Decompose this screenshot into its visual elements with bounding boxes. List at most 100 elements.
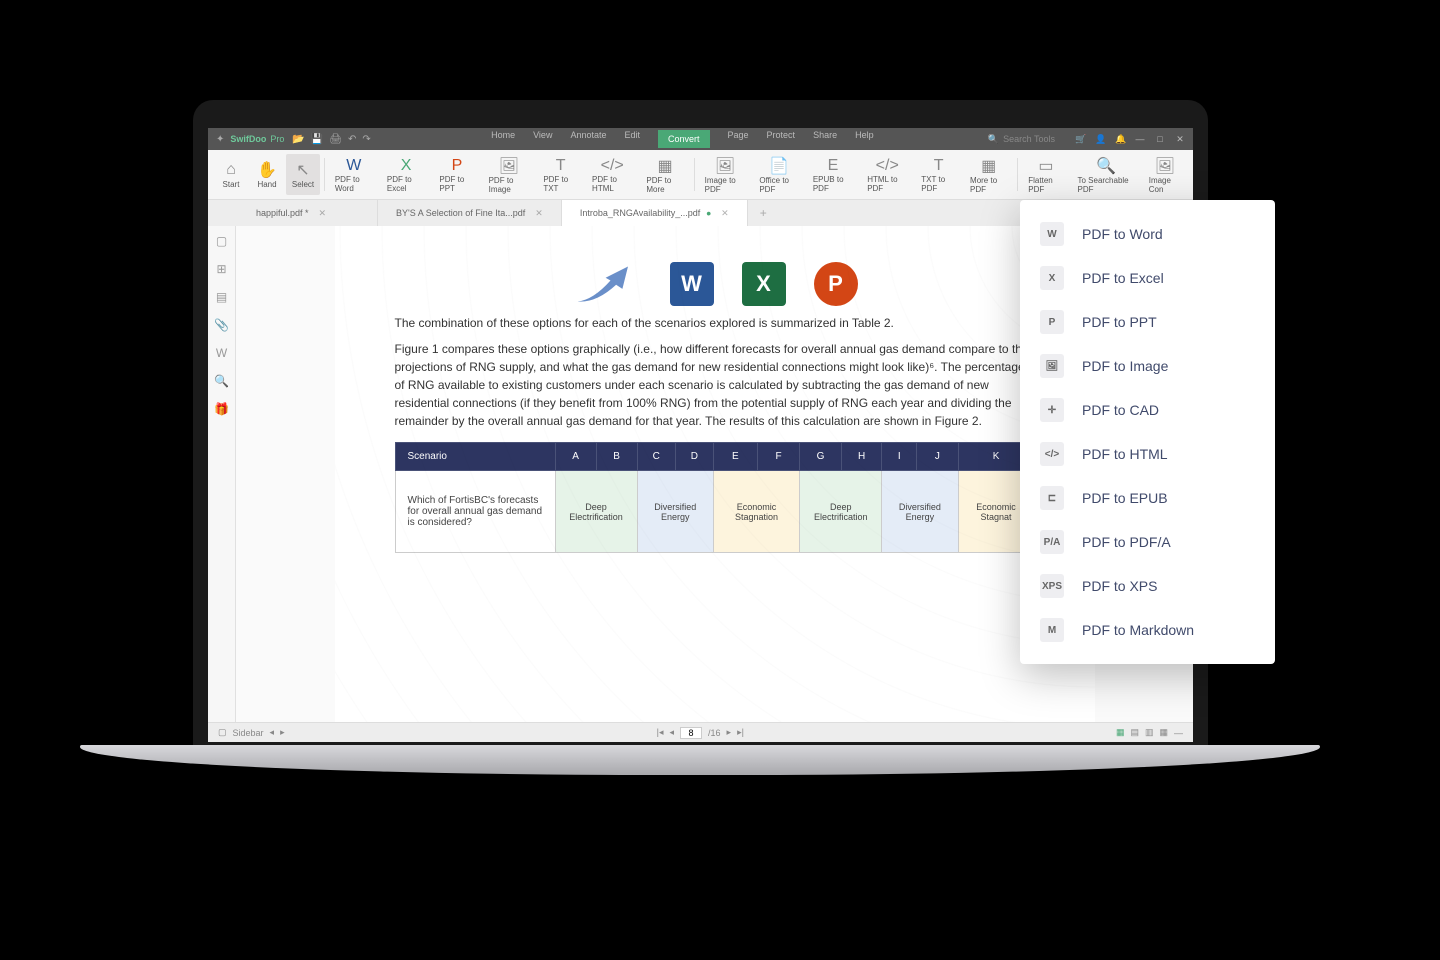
close-icon[interactable]: ✕ bbox=[1175, 134, 1185, 145]
table-cell: Deep Electrification bbox=[800, 471, 882, 553]
ribbon-office-to-pdf[interactable]: 📄Office to PDF bbox=[753, 154, 805, 195]
ribbon-html-to-pdf[interactable]: </>HTML to PDF bbox=[861, 154, 913, 195]
layers-icon[interactable]: ▤ bbox=[216, 290, 227, 304]
convert-option-pdf-to-image[interactable]: 🖼PDF to Image bbox=[1020, 344, 1275, 388]
search-placeholder: Search Tools bbox=[1003, 134, 1055, 144]
side-panel: ▢ ⊞ ▤ 📎 W 🔍 🎁 bbox=[208, 226, 236, 722]
ribbon-pdf-to-excel[interactable]: XPDF to Excel bbox=[381, 154, 432, 195]
ribbon-hand[interactable]: ✋Hand bbox=[250, 154, 284, 195]
document-tab[interactable]: Introba_RNGAvailability_...pdf•✕ bbox=[562, 200, 748, 226]
convert-option-label: PDF to Excel bbox=[1082, 270, 1164, 286]
convert-option-pdf-to-html[interactable]: </>PDF to HTML bbox=[1020, 432, 1275, 476]
tab-close-icon[interactable]: ✕ bbox=[721, 208, 729, 219]
ribbon-txt-to-pdf[interactable]: TTXT to PDF bbox=[915, 154, 962, 195]
view-book-icon[interactable]: ▦ bbox=[1159, 727, 1168, 738]
bookmark-icon[interactable]: ▢ bbox=[216, 234, 227, 248]
convert-option-label: PDF to Word bbox=[1082, 226, 1163, 242]
table-header: G bbox=[800, 443, 842, 471]
last-page-icon[interactable]: ▸| bbox=[737, 727, 744, 738]
ribbon-pdf-to-ppt[interactable]: PPDF to PPT bbox=[433, 154, 480, 195]
redo-icon[interactable]: ↷ bbox=[362, 134, 370, 145]
ribbon-select[interactable]: ↖Select bbox=[286, 154, 320, 195]
main-menu: Home View Annotate Edit Convert Page Protect Sh… bbox=[491, 130, 874, 148]
menu-page[interactable]: Page bbox=[728, 130, 749, 148]
document-tab[interactable]: happiful.pdf *✕ bbox=[238, 200, 378, 226]
ribbon-pdf-to-more[interactable]: ▦PDF to More bbox=[640, 154, 689, 195]
user-icon[interactable]: 👤 bbox=[1095, 134, 1105, 145]
tab-close-icon[interactable]: ✕ bbox=[319, 208, 327, 219]
ribbon-icon: ▦ bbox=[658, 156, 673, 176]
ribbon-epub-to-pdf[interactable]: EEPUB to PDF bbox=[807, 154, 859, 195]
ribbon-icon: T bbox=[556, 156, 566, 175]
app-edition: Pro bbox=[270, 134, 284, 144]
find-icon[interactable]: 🔍 bbox=[214, 374, 229, 388]
ribbon-flatten-pdf[interactable]: ▭Flatten PDF bbox=[1022, 154, 1069, 195]
menu-annotate[interactable]: Annotate bbox=[570, 130, 606, 148]
convert-option-icon: W bbox=[1040, 222, 1064, 246]
table-header: C bbox=[637, 443, 675, 471]
next-icon[interactable]: ▸ bbox=[280, 727, 285, 738]
convert-option-pdf-to-ppt[interactable]: PPDF to PPT bbox=[1020, 300, 1275, 344]
menu-protect[interactable]: Protect bbox=[767, 130, 796, 148]
convert-option-pdf-to-xps[interactable]: XPSPDF to XPS bbox=[1020, 564, 1275, 608]
view-facing-icon[interactable]: ▥ bbox=[1145, 727, 1154, 738]
convert-option-pdf-to-epub[interactable]: ⊏PDF to EPUB bbox=[1020, 476, 1275, 520]
prev-page-icon[interactable]: ◂ bbox=[669, 727, 674, 738]
menu-convert[interactable]: Convert bbox=[658, 130, 710, 148]
minimize-icon[interactable]: — bbox=[1135, 134, 1145, 144]
ribbon-pdf-to-image[interactable]: 🖼PDF to Image bbox=[483, 154, 536, 195]
sidebar-label: Sidebar bbox=[233, 728, 264, 738]
ribbon-icon: ↖ bbox=[296, 160, 309, 180]
convert-option-pdf-to-markdown[interactable]: MPDF to Markdown bbox=[1020, 608, 1275, 652]
document-tab[interactable]: BY'S A Selection of Fine Ita...pdf✕ bbox=[378, 200, 562, 226]
ribbon-image-to-pdf[interactable]: 🖼Image to PDF bbox=[699, 154, 752, 195]
ribbon-icon: P bbox=[452, 156, 463, 175]
cart-icon[interactable]: 🛒 bbox=[1075, 134, 1085, 145]
ribbon-icon: </> bbox=[601, 156, 624, 175]
convert-option-pdf-to-cad[interactable]: ✛PDF to CAD bbox=[1020, 388, 1275, 432]
convert-option-icon: 🖼 bbox=[1040, 354, 1064, 378]
menu-help[interactable]: Help bbox=[855, 130, 874, 148]
view-continuous-icon[interactable]: ▤ bbox=[1130, 727, 1139, 738]
attachment-icon[interactable]: 📎 bbox=[214, 318, 229, 332]
tab-close-icon[interactable]: ✕ bbox=[535, 208, 543, 219]
open-icon[interactable]: 📂 bbox=[292, 134, 304, 145]
sidebar-toggle-icon[interactable]: ▢ bbox=[218, 727, 227, 738]
menu-share[interactable]: Share bbox=[813, 130, 837, 148]
first-page-icon[interactable]: |◂ bbox=[657, 727, 664, 738]
convert-option-pdf-to-excel[interactable]: XPDF to Excel bbox=[1020, 256, 1275, 300]
bell-icon[interactable]: 🔔 bbox=[1115, 134, 1125, 145]
search-tools[interactable]: 🔍 Search Tools bbox=[988, 134, 1055, 145]
ribbon-pdf-to-html[interactable]: </>PDF to HTML bbox=[586, 154, 638, 195]
maximize-icon[interactable]: □ bbox=[1155, 134, 1165, 144]
print-icon[interactable]: 🖨 bbox=[329, 134, 342, 145]
page-total: /16 bbox=[708, 728, 721, 738]
convert-option-pdf-to-pdf-a[interactable]: P/APDF to PDF/A bbox=[1020, 520, 1275, 564]
ribbon-icon: 🖼 bbox=[1155, 156, 1175, 176]
ribbon-start[interactable]: ⌂Start bbox=[214, 154, 248, 195]
convert-option-label: PDF to Markdown bbox=[1082, 622, 1194, 638]
convert-option-label: PDF to PDF/A bbox=[1082, 534, 1171, 550]
page-input[interactable] bbox=[680, 727, 702, 739]
tag-icon[interactable]: W bbox=[216, 346, 227, 360]
ribbon-image-con[interactable]: 🖼Image Con bbox=[1143, 154, 1187, 195]
ribbon-more-to-pdf[interactable]: ▦More to PDF bbox=[964, 154, 1013, 195]
undo-icon[interactable]: ↶ bbox=[348, 134, 356, 145]
zoom-out-icon[interactable]: — bbox=[1174, 728, 1183, 738]
ribbon-label: TXT to PDF bbox=[921, 175, 956, 193]
gift-icon[interactable]: 🎁 bbox=[214, 402, 229, 416]
next-page-icon[interactable]: ▸ bbox=[727, 727, 732, 738]
thumbnails-icon[interactable]: ⊞ bbox=[216, 262, 226, 276]
ribbon-pdf-to-txt[interactable]: TPDF to TXT bbox=[537, 154, 584, 195]
convert-option-pdf-to-word[interactable]: W PDF to Word bbox=[1020, 212, 1275, 256]
ribbon-label: PDF to HTML bbox=[592, 175, 632, 193]
view-single-icon[interactable]: ▦ bbox=[1116, 727, 1125, 738]
prev-icon[interactable]: ◂ bbox=[270, 727, 275, 738]
new-tab-button[interactable]: + bbox=[748, 206, 779, 220]
ribbon-pdf-to-word[interactable]: WPDF to Word bbox=[329, 154, 379, 195]
menu-edit[interactable]: Edit bbox=[624, 130, 640, 148]
menu-view[interactable]: View bbox=[533, 130, 552, 148]
save-icon[interactable]: 💾 bbox=[311, 134, 323, 145]
menu-home[interactable]: Home bbox=[491, 130, 515, 148]
ribbon-to-searchable-pdf[interactable]: 🔍To Searchable PDF bbox=[1071, 154, 1140, 195]
